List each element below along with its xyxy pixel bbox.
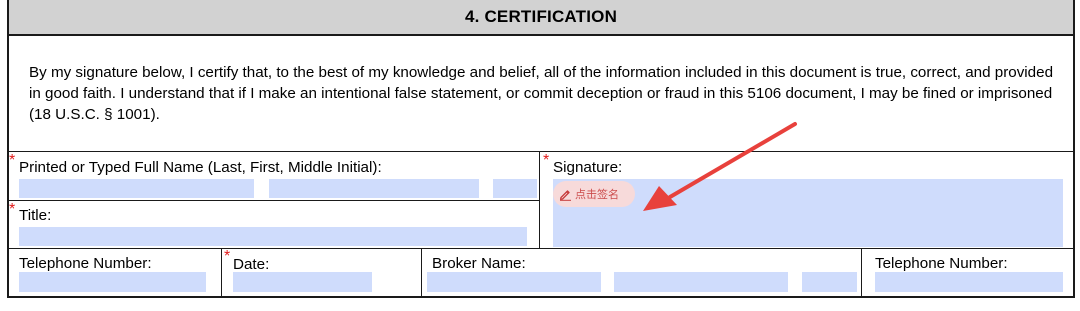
- required-marker: *: [224, 248, 231, 265]
- click-to-sign-label: 点击签名: [575, 189, 619, 201]
- section-title: 4. CERTIFICATION: [464, 7, 618, 26]
- broker-name-label: Broker Name:: [432, 255, 526, 272]
- click-to-sign-button[interactable]: 点击签名: [553, 181, 635, 207]
- required-marker: *: [9, 201, 16, 218]
- broker-middle-initial-field[interactable]: [802, 272, 857, 292]
- title-field[interactable]: [19, 227, 527, 246]
- column-divider: [221, 248, 222, 298]
- section-header: 4. CERTIFICATION: [7, 0, 1075, 36]
- pen-icon: [559, 189, 571, 201]
- signature-label: Signature:: [553, 159, 623, 176]
- telephone-field[interactable]: [19, 272, 206, 292]
- column-divider: [421, 248, 422, 298]
- row-divider: [7, 248, 1075, 249]
- column-divider: [861, 248, 862, 298]
- required-marker: *: [543, 152, 550, 169]
- certification-statement: By my signature below, I certify that, t…: [29, 64, 1054, 123]
- required-marker: *: [9, 152, 16, 169]
- first-name-field[interactable]: [269, 179, 479, 198]
- telephone-label: Telephone Number:: [19, 255, 152, 272]
- date-field[interactable]: [233, 272, 372, 292]
- broker-telephone-field[interactable]: [875, 272, 1063, 292]
- row-divider: [7, 200, 540, 201]
- title-label: Title:: [19, 207, 52, 224]
- last-name-field[interactable]: [19, 179, 254, 198]
- broker-last-name-field[interactable]: [427, 272, 601, 292]
- broker-telephone-label: Telephone Number:: [875, 255, 1008, 272]
- broker-first-name-field[interactable]: [614, 272, 788, 292]
- column-divider: [539, 151, 540, 248]
- full-name-label: Printed or Typed Full Name (Last, First,…: [19, 159, 382, 176]
- middle-initial-field[interactable]: [493, 179, 537, 198]
- row-divider: [7, 151, 1075, 152]
